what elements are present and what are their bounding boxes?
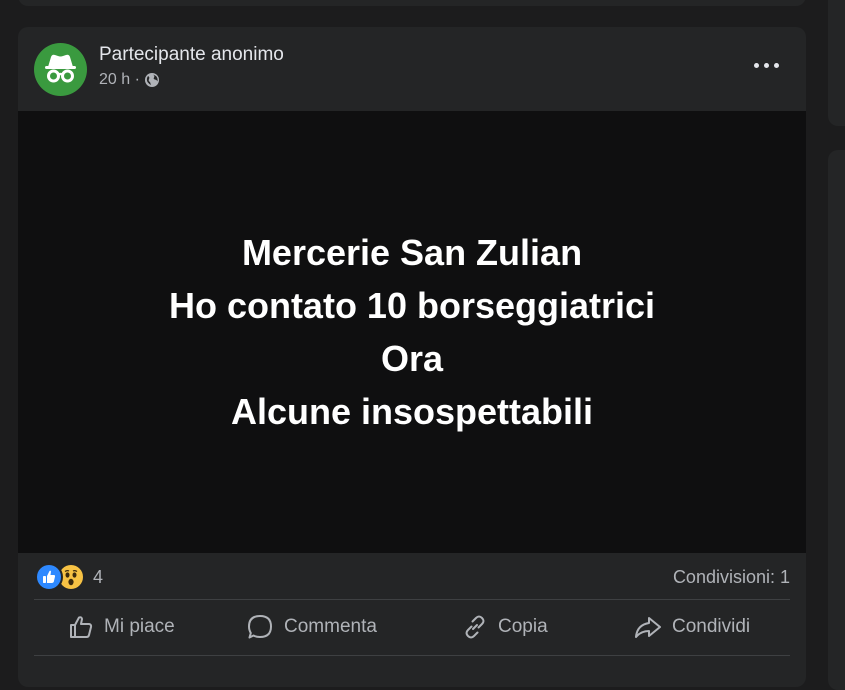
post-card: Partecipante anonimo 20 h · Mercerie San… <box>18 27 806 687</box>
more-horizontal-icon[interactable] <box>752 55 782 75</box>
divider <box>34 655 790 656</box>
post-time[interactable]: 20 h · <box>99 71 140 89</box>
sidebar-card <box>828 150 845 690</box>
share-button-label: Condividi <box>672 616 751 637</box>
post-text-line: Ora <box>380 338 444 379</box>
author-name[interactable]: Partecipante anonimo <box>99 44 284 66</box>
like-button[interactable]: Mi piace <box>68 601 175 653</box>
shares-count[interactable]: Condivisioni: 1 <box>673 567 790 588</box>
incognito-icon <box>45 54 76 83</box>
copy-link-button-label: Copia <box>498 616 548 637</box>
post-meta: 20 h · <box>99 71 160 89</box>
link-icon <box>465 615 485 639</box>
copy-link-button[interactable]: Copia <box>462 601 548 653</box>
reactions-count: 4 <box>93 566 104 587</box>
post-header: Partecipante anonimo 20 h · <box>18 27 806 111</box>
post-text-line: Ho contato 10 borseggiatrici <box>168 285 656 326</box>
post-text-image[interactable]: Mercerie San Zulian Ho contato 10 borseg… <box>18 111 806 553</box>
comment-button-label: Commenta <box>284 616 377 637</box>
avatar[interactable] <box>34 43 87 96</box>
thumbs-up-icon <box>70 616 93 638</box>
divider <box>34 599 790 600</box>
comment-icon <box>248 615 272 639</box>
post-actions: Mi piace Commenta Copia Condividi <box>34 601 790 653</box>
post-text-line: Alcune insospettabili <box>230 391 594 432</box>
previous-post-card <box>18 0 806 6</box>
post-text-line: Mercerie San Zulian <box>241 232 583 273</box>
like-reaction-icon <box>35 563 63 591</box>
share-icon <box>635 617 661 638</box>
like-button-label: Mi piace <box>104 616 175 637</box>
sidebar-card <box>828 0 845 126</box>
share-button[interactable]: Condividi <box>634 601 750 653</box>
globe-icon <box>144 72 160 88</box>
reactions-summary[interactable]: 4 <box>35 562 103 592</box>
comment-button[interactable]: Commenta <box>246 601 377 653</box>
